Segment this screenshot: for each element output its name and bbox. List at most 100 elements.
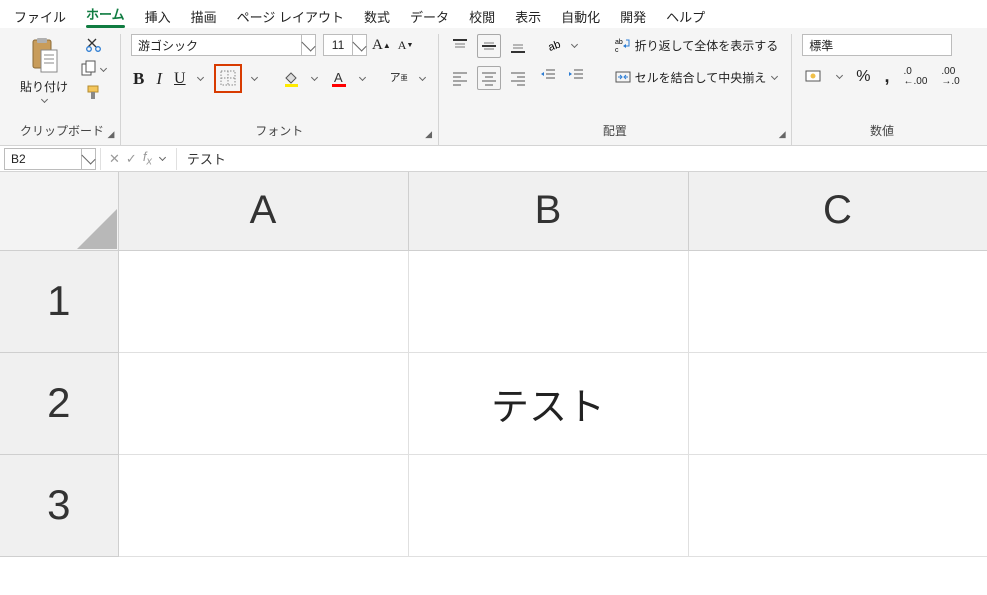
accounting-dropdown[interactable] bbox=[834, 68, 844, 86]
bucket-icon bbox=[282, 70, 300, 88]
dialog-launcher-icon[interactable]: ◢ bbox=[777, 129, 787, 139]
increase-indent-button[interactable] bbox=[565, 64, 587, 86]
paste-button[interactable]: 貼り付け bbox=[14, 34, 74, 104]
format-painter-button[interactable] bbox=[83, 82, 105, 104]
orientation-dropdown[interactable] bbox=[569, 36, 579, 54]
phonetic-dropdown[interactable] bbox=[418, 70, 428, 88]
menu-review[interactable]: 校閲 bbox=[461, 3, 503, 30]
menu-insert[interactable]: 挿入 bbox=[137, 3, 179, 30]
align-left-button[interactable] bbox=[449, 67, 471, 89]
cell-b1[interactable] bbox=[408, 250, 688, 352]
confirm-edit-icon[interactable]: ✓ bbox=[126, 151, 137, 167]
fill-color-button[interactable] bbox=[280, 68, 302, 90]
menu-page-layout[interactable]: ページ レイアウト bbox=[229, 3, 352, 30]
menu-developer[interactable]: 開発 bbox=[612, 3, 654, 30]
svg-text:A: A bbox=[334, 70, 343, 85]
dialog-launcher-icon[interactable]: ◢ bbox=[424, 129, 434, 139]
font-color-dropdown[interactable] bbox=[358, 70, 368, 88]
fx-dropdown[interactable] bbox=[158, 150, 168, 168]
chevron-down-icon bbox=[40, 96, 47, 103]
cell-a3[interactable] bbox=[118, 454, 408, 556]
merge-cells-icon bbox=[614, 68, 632, 86]
phonetic-button[interactable]: ア亜 bbox=[388, 71, 410, 86]
fill-color-dropdown[interactable] bbox=[310, 70, 320, 88]
row-header-2[interactable]: 2 bbox=[0, 352, 118, 454]
percent-button[interactable]: % bbox=[854, 66, 872, 88]
cut-button[interactable] bbox=[83, 34, 105, 56]
copy-button[interactable] bbox=[78, 58, 110, 80]
align-middle-button[interactable] bbox=[477, 34, 501, 58]
align-bottom-button[interactable] bbox=[507, 35, 529, 57]
cell-b2[interactable]: テスト bbox=[408, 352, 688, 454]
font-size-select[interactable]: 11 bbox=[323, 34, 367, 56]
svg-text:ab: ab bbox=[547, 39, 563, 54]
increase-decimal-button[interactable]: .0←.00 bbox=[902, 65, 930, 89]
decrease-indent-button[interactable] bbox=[537, 64, 559, 86]
borders-dropdown[interactable] bbox=[250, 70, 260, 88]
borders-icon bbox=[219, 69, 237, 87]
cell-c2[interactable] bbox=[688, 352, 987, 454]
group-font: 游ゴシック 11 A▲ A▼ B I U bbox=[121, 34, 439, 145]
row-header-1[interactable]: 1 bbox=[0, 250, 118, 352]
group-label-alignment: 配置◢ bbox=[449, 120, 782, 143]
increase-font-button[interactable]: A▲ bbox=[370, 35, 393, 56]
row-header-3[interactable]: 3 bbox=[0, 454, 118, 556]
formula-bar: B2 ✕ ✓ fx テスト bbox=[0, 146, 987, 172]
accounting-format-button[interactable] bbox=[802, 66, 824, 88]
font-name-select[interactable]: 游ゴシック bbox=[131, 34, 316, 56]
align-top-button[interactable] bbox=[449, 35, 471, 57]
column-header-a[interactable]: A bbox=[118, 172, 408, 250]
column-header-c[interactable]: C bbox=[688, 172, 987, 250]
menu-formulas[interactable]: 数式 bbox=[356, 3, 398, 30]
cancel-edit-icon[interactable]: ✕ bbox=[109, 151, 120, 167]
increase-indent-icon bbox=[567, 66, 585, 84]
bold-button[interactable]: B bbox=[131, 67, 146, 91]
menu-file[interactable]: ファイル bbox=[6, 3, 74, 30]
decrease-font-button[interactable]: A▼ bbox=[396, 36, 416, 55]
orientation-icon: ab bbox=[546, 36, 564, 54]
menu-help[interactable]: ヘルプ bbox=[658, 3, 713, 30]
group-label-font: フォント◢ bbox=[131, 120, 428, 143]
menu-automate[interactable]: 自動化 bbox=[553, 3, 608, 30]
underline-dropdown[interactable] bbox=[196, 70, 206, 88]
align-middle-icon bbox=[480, 37, 498, 55]
font-name-value: 游ゴシック bbox=[132, 37, 301, 54]
italic-button[interactable]: I bbox=[154, 67, 164, 91]
scissors-icon bbox=[85, 36, 103, 54]
chevron-down-icon[interactable] bbox=[352, 35, 366, 55]
merge-center-button[interactable]: セルを結合して中央揃え bbox=[612, 66, 782, 88]
menu-view[interactable]: 表示 bbox=[507, 3, 549, 30]
group-clipboard: 貼り付け クリップボード◢ bbox=[4, 34, 121, 145]
chevron-down-icon[interactable] bbox=[81, 149, 95, 169]
wrap-text-icon: abc bbox=[614, 36, 632, 54]
menu-draw[interactable]: 描画 bbox=[183, 3, 225, 30]
font-color-button[interactable]: A bbox=[328, 68, 350, 90]
group-number: 標準 % , .0←.00 .00→.0 数値 bbox=[792, 34, 972, 145]
dialog-launcher-icon[interactable]: ◢ bbox=[106, 129, 116, 139]
align-center-icon bbox=[480, 69, 498, 87]
orientation-button[interactable]: ab bbox=[544, 34, 566, 56]
cell-c3[interactable] bbox=[688, 454, 987, 556]
select-all-corner[interactable] bbox=[0, 172, 118, 250]
cell-b3[interactable] bbox=[408, 454, 688, 556]
menu-data[interactable]: データ bbox=[402, 3, 457, 30]
comma-button[interactable]: , bbox=[882, 64, 891, 89]
column-header-b[interactable]: B bbox=[408, 172, 688, 250]
cell-a2[interactable] bbox=[118, 352, 408, 454]
menu-home[interactable]: ホーム bbox=[78, 0, 133, 32]
underline-button[interactable]: U bbox=[172, 68, 188, 90]
borders-button-highlighted bbox=[214, 64, 242, 93]
formula-input[interactable]: テスト bbox=[177, 149, 987, 168]
wrap-text-button[interactable]: abc 折り返して全体を表示する bbox=[612, 34, 781, 56]
cell-c1[interactable] bbox=[688, 250, 987, 352]
decrease-decimal-button[interactable]: .00→.0 bbox=[939, 65, 961, 89]
chevron-down-icon[interactable] bbox=[301, 35, 315, 55]
borders-button[interactable] bbox=[217, 67, 239, 89]
fx-icon[interactable]: fx bbox=[143, 149, 152, 168]
align-center-button[interactable] bbox=[477, 66, 501, 90]
number-format-select[interactable]: 標準 bbox=[802, 34, 952, 56]
chevron-down-icon[interactable] bbox=[769, 68, 779, 86]
name-box[interactable]: B2 bbox=[4, 148, 96, 170]
align-right-button[interactable] bbox=[507, 67, 529, 89]
cell-a1[interactable] bbox=[118, 250, 408, 352]
